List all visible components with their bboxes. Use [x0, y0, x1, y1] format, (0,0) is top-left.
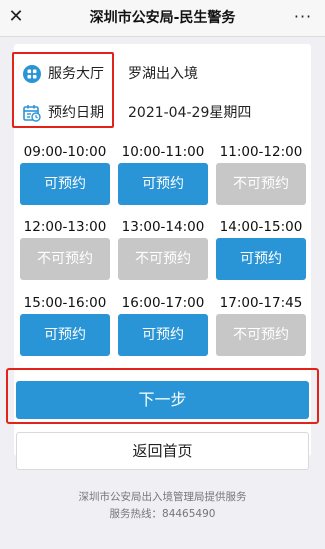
date-value: 2021-04-29星期四	[128, 105, 252, 121]
slot-time: 17:00-17:45	[219, 295, 303, 311]
time-slot: 17:00-17:45 不可预约	[216, 293, 306, 356]
time-slot: 14:00-15:00 可预约	[216, 217, 306, 280]
hall-label: 服务大厅	[48, 66, 104, 82]
slot-unavailable-button: 不可预约	[20, 238, 110, 280]
slot-time: 11:00-12:00	[219, 144, 303, 160]
back-home-button[interactable]: 返回首页	[16, 432, 309, 470]
slot-time: 13:00-14:00	[121, 219, 205, 235]
more-options-icon[interactable]: ···	[291, 6, 315, 28]
footer-provider: 深圳市公安局出入境管理局提供服务	[78, 491, 247, 503]
next-step-button[interactable]: 下一步	[16, 381, 309, 419]
page-title: 深圳市公安局-民生警务	[89, 10, 236, 26]
book-slot-button[interactable]: 可预约	[118, 163, 208, 205]
slot-time: 12:00-13:00	[23, 219, 107, 235]
time-slot: 15:00-16:00 可预约	[20, 293, 110, 356]
grid-icon	[23, 65, 41, 83]
slot-time: 14:00-15:00	[219, 219, 303, 235]
slot-unavailable-button: 不可预约	[216, 163, 306, 205]
footer-hotline: 服务热线：84465490	[109, 508, 216, 520]
title-bar: ✕ 深圳市公安局-民生警务 ···	[0, 0, 325, 37]
time-slot: 13:00-14:00 不可预约	[118, 217, 208, 280]
date-label: 预约日期	[48, 105, 104, 121]
slot-time: 16:00-17:00	[121, 295, 205, 311]
time-slot: 10:00-11:00 可预约	[118, 142, 208, 205]
book-slot-button[interactable]: 可预约	[20, 314, 110, 356]
time-slot: 11:00-12:00 不可预约	[216, 142, 306, 205]
time-slot: 09:00-10:00 可预约	[20, 142, 110, 205]
slot-time: 10:00-11:00	[121, 144, 205, 160]
book-slot-button[interactable]: 可预约	[216, 238, 306, 280]
book-slot-button[interactable]: 可预约	[20, 163, 110, 205]
slot-unavailable-button: 不可预约	[118, 238, 208, 280]
slot-time: 09:00-10:00	[23, 144, 107, 160]
close-icon[interactable]: ✕	[5, 6, 27, 28]
slot-time: 15:00-16:00	[23, 295, 107, 311]
hall-value: 罗湖出入境	[128, 66, 198, 82]
time-slot: 16:00-17:00 可预约	[118, 293, 208, 356]
slot-unavailable-button: 不可预约	[216, 314, 306, 356]
time-slot: 12:00-13:00 不可预约	[20, 217, 110, 280]
calendar-icon	[23, 105, 41, 122]
book-slot-button[interactable]: 可预约	[118, 314, 208, 356]
